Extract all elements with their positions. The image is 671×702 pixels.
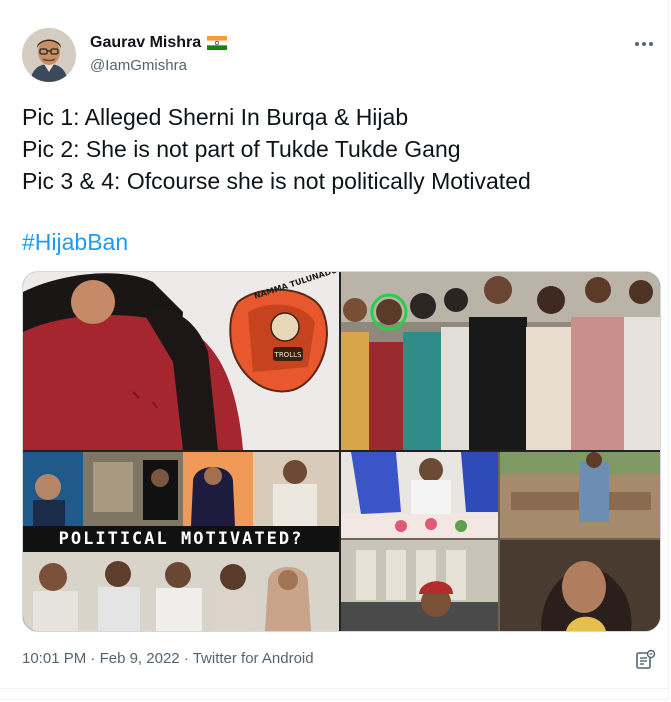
tweet-date[interactable]: Feb 9, 2022 (100, 650, 180, 667)
photo-1-illustration: TROLLS NAMMA TULUNADU (23, 272, 339, 450)
india-flag-icon (207, 36, 228, 50)
political-motivated-caption: POLITICAL MOTIVATED? (23, 526, 339, 552)
tweet-line-2: Pic 2: She is not part of Tukde Tukde Ga… (22, 136, 461, 162)
avatar[interactable] (22, 28, 76, 82)
author-display-name[interactable]: Gaurav Mishra (90, 34, 201, 52)
hashtag-link[interactable]: #HijabBan (22, 226, 128, 258)
author-handle[interactable]: @IamGmishra (90, 57, 187, 74)
media-photo-3[interactable]: POLITICAL MOTIVATED? (23, 452, 339, 631)
divider (0, 688, 669, 689)
analytics-icon[interactable] (634, 649, 656, 671)
media-photo-2[interactable] (341, 272, 660, 450)
avatar-illustration (22, 28, 76, 82)
tweet-card: Gaurav Mishra @IamGmishra Pic 1: Alleged… (0, 0, 669, 700)
meta-separator: · (183, 650, 189, 667)
author-name-row: Gaurav Mishra (90, 34, 228, 52)
tweet-line-3: Pic 3 & 4: Ofcourse she is not political… (22, 168, 531, 194)
media-photo-4[interactable] (341, 452, 660, 631)
tweet-metadata: 10:01 PM · Feb 9, 2022 · Twitter for And… (22, 650, 314, 667)
media-grid[interactable]: TROLLS NAMMA TULUNADU POLITICAL MOTIVATE… (22, 271, 661, 632)
meta-separator: · (90, 650, 96, 667)
tweet-source[interactable]: Twitter for Android (193, 650, 314, 667)
tweet-time[interactable]: 10:01 PM (22, 650, 86, 667)
caption-text: POLITICAL MOTIVATED? (58, 529, 304, 549)
media-photo-1[interactable]: TROLLS NAMMA TULUNADU (23, 272, 339, 450)
tweet-header: Gaurav Mishra @IamGmishra (22, 28, 656, 84)
svg-text:TROLLS: TROLLS (274, 351, 302, 359)
more-options-icon[interactable] (632, 34, 656, 54)
tweet-text: Pic 1: Alleged Sherni In Burqa & Hijab P… (22, 101, 652, 197)
photo-2-illustration (341, 272, 660, 450)
photo-4-illustration (341, 452, 660, 631)
tweet-line-1: Pic 1: Alleged Sherni In Burqa & Hijab (22, 104, 409, 130)
